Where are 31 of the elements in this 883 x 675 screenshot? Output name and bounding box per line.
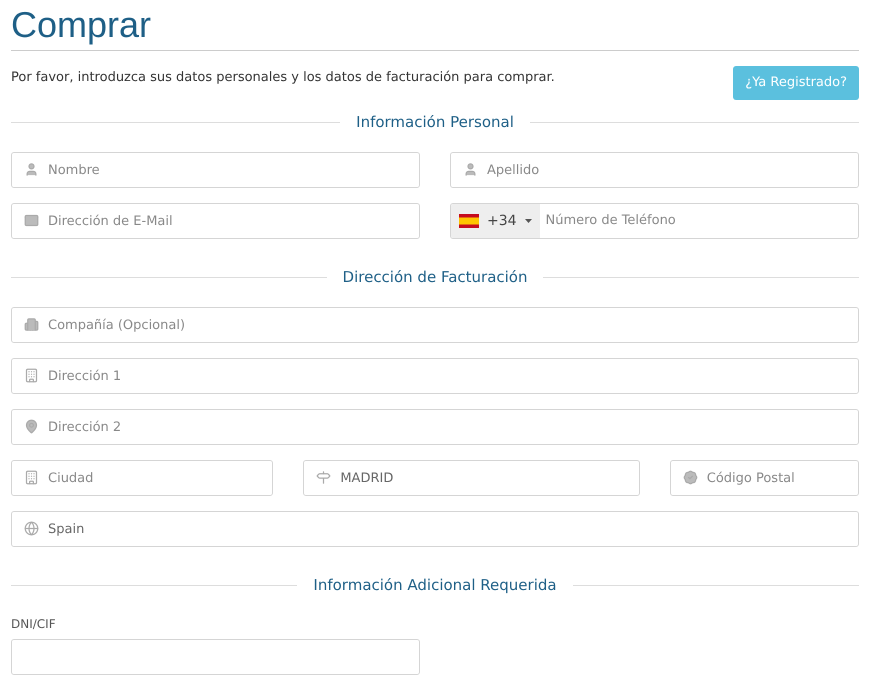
input-field[interactable] xyxy=(11,639,420,675)
input-field[interactable]: Código Postal xyxy=(670,460,859,496)
map-pin-icon xyxy=(24,419,39,434)
building-icon xyxy=(24,317,39,332)
flag-icon xyxy=(459,214,479,228)
input-field[interactable]: Dirección 1 xyxy=(11,358,859,394)
input-field[interactable]: Ciudad xyxy=(11,460,274,496)
page-title: Comprar xyxy=(11,3,152,47)
input-field[interactable]: Nombre xyxy=(11,152,420,188)
building-icon xyxy=(24,470,39,485)
caret-icon xyxy=(524,219,532,223)
globe-icon xyxy=(24,521,39,536)
intro-text: Por favor, introduzca sus datos personales y los datos de facturación para comprar. xyxy=(11,69,555,87)
seal-icon xyxy=(682,470,698,485)
user-icon xyxy=(463,162,478,177)
input-field[interactable]: Spain xyxy=(11,511,859,547)
input-field[interactable]: Dirección de E-Mail xyxy=(11,203,420,239)
country-code-dropdown[interactable]: +34 xyxy=(451,204,540,238)
input-field[interactable]: Dirección 2 xyxy=(11,409,859,445)
input-field[interactable]: Número de Teléfono xyxy=(540,204,858,238)
input-field[interactable]: MADRID xyxy=(303,460,640,496)
signpost-icon xyxy=(316,470,332,485)
input-field[interactable]: Compañía (Opcional) xyxy=(11,307,859,343)
field-label: DNI/CIF xyxy=(11,616,57,633)
user-icon xyxy=(24,162,39,177)
phone-field[interactable]: +34 Número de Teléfono xyxy=(450,203,859,239)
section-heading: Dirección de Facturación xyxy=(342,266,528,288)
section-heading: Información Personal xyxy=(356,112,514,133)
building-icon xyxy=(24,368,39,383)
section-heading: Información Adicional Requerida xyxy=(313,574,557,596)
input-field[interactable]: Apellido xyxy=(450,152,859,188)
